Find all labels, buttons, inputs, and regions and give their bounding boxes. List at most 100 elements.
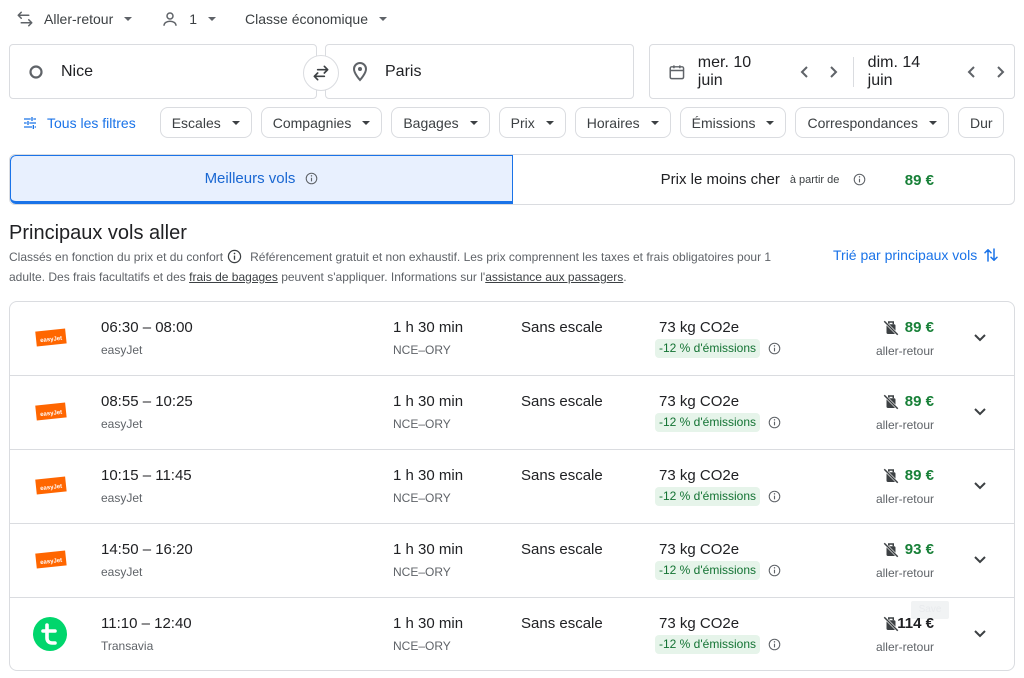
filter-chip-label: Émissions — [691, 114, 756, 131]
filter-chip-label: Escales — [171, 114, 221, 131]
info-icon[interactable] — [768, 564, 781, 577]
all-filters-button[interactable]: Tous les filtres — [22, 115, 136, 131]
flight-stops: Sans escale — [521, 393, 603, 410]
caret-down-icon — [928, 120, 937, 125]
flight-price: 89 € — [904, 319, 934, 336]
flight-times: 11:10 – 12:40 — [101, 615, 192, 632]
filter-chip-price[interactable]: Prix — [498, 107, 566, 138]
return-next-button[interactable] — [986, 58, 1014, 86]
filter-chip-duration[interactable]: Dur — [957, 107, 1004, 138]
easyjet-logo: easyJet — [35, 550, 67, 569]
flight-results-list: easyJet 06:30 – 08:00 easyJet 1 h 30 min… — [9, 301, 1015, 671]
flight-stops: Sans escale — [521, 541, 603, 558]
departure-date-field[interactable]: mer. 10 juin — [650, 45, 847, 98]
expand-button[interactable] — [967, 473, 993, 499]
flight-row[interactable]: easyJet 08:55 – 10:25 easyJet 1 h 30 min… — [10, 376, 1014, 450]
filter-chip-emissions[interactable]: Émissions — [679, 107, 787, 138]
trip-type-select[interactable]: Aller-retour — [16, 10, 133, 28]
desc-end: . — [623, 270, 627, 284]
airline-name: easyJet — [101, 417, 143, 431]
date-divider — [852, 56, 854, 87]
flight-price: 89 € — [904, 393, 934, 410]
filter-chip-connections[interactable]: Correspondances — [795, 107, 949, 138]
origin-field[interactable]: Nice — [9, 44, 317, 99]
info-icon[interactable] — [305, 172, 318, 185]
flight-row[interactable]: 11:10 – 12:40 Transavia 1 h 30 min NCE–O… — [10, 598, 1014, 670]
caret-down-icon — [362, 120, 371, 125]
sort-arrows-icon — [984, 248, 998, 262]
chevron-down-icon — [974, 408, 986, 416]
expand-button[interactable] — [967, 325, 993, 351]
flight-price: 114 € — [897, 615, 934, 632]
info-icon[interactable] — [768, 342, 781, 355]
origin-circle-icon — [29, 64, 43, 79]
filter-chip-label: Correspondances — [807, 114, 918, 131]
flight-duration: 1 h 30 min — [393, 541, 464, 558]
baggage-fees-link[interactable]: frais de bagages — [189, 270, 278, 284]
passengers-select[interactable]: 1 — [161, 10, 217, 28]
filters-bar: Tous les filtres Escales Compagnies Baga… — [9, 107, 1024, 138]
filter-chip-label: Compagnies — [272, 114, 352, 131]
trip-options-bar: Aller-retour 1 Classe économique — [16, 6, 416, 32]
airline-name: easyJet — [101, 491, 143, 505]
cabin-class-select[interactable]: Classe économique — [245, 11, 388, 27]
return-prev-button[interactable] — [959, 58, 987, 86]
flight-duration: 1 h 30 min — [393, 615, 464, 632]
flight-row[interactable]: easyJet 06:30 – 08:00 easyJet 1 h 30 min… — [10, 302, 1014, 376]
flight-times: 06:30 – 08:00 — [101, 319, 193, 336]
filter-chip-times[interactable]: Horaires — [574, 107, 671, 138]
filter-chip-airlines[interactable]: Compagnies — [260, 107, 383, 138]
info-icon[interactable] — [768, 638, 781, 651]
price-type: aller-retour — [875, 492, 934, 506]
flight-row[interactable]: easyJet 14:50 – 16:20 easyJet 1 h 30 min… — [10, 524, 1014, 598]
expand-button[interactable] — [967, 621, 993, 647]
flight-row[interactable]: easyJet 10:15 – 11:45 easyJet 1 h 30 min… — [10, 450, 1014, 524]
filter-chip-bags[interactable]: Bagages — [391, 107, 490, 138]
no-carry-on-bag-icon — [883, 394, 899, 410]
return-date-field[interactable]: dim. 14 juin — [868, 45, 1014, 98]
sort-by-button[interactable]: Trié par principaux vols — [833, 246, 1000, 264]
tab-best-flights[interactable]: Meilleurs vols — [10, 155, 513, 204]
emissions-badge: -12 % d'émissions — [655, 487, 760, 506]
caret-down-icon — [766, 120, 775, 125]
flight-route: NCE–ORY — [393, 639, 451, 653]
emissions-badge: -12 % d'émissions — [655, 561, 760, 580]
swap-locations-button[interactable] — [303, 55, 339, 91]
departure-prev-button[interactable] — [791, 58, 819, 86]
tune-sliders-icon — [24, 116, 36, 129]
return-date: dim. 14 juin — [867, 53, 921, 89]
desc-info-text: peuvent s'appliquer. Informations sur l' — [281, 270, 486, 284]
caret-down-icon — [379, 17, 388, 21]
airline-name: Transavia — [101, 639, 154, 653]
info-icon[interactable] — [768, 416, 781, 429]
flight-duration: 1 h 30 min — [393, 467, 464, 484]
no-carry-on-bag-icon — [883, 468, 899, 484]
flight-duration: 1 h 30 min — [393, 319, 464, 336]
filter-chip-stops[interactable]: Escales — [159, 107, 252, 138]
passenger-assistance-link[interactable]: assistance aux passagers — [485, 270, 623, 284]
info-icon[interactable] — [853, 173, 866, 186]
tab-cheapest-price: 89 € — [904, 172, 934, 189]
flight-route: NCE–ORY — [393, 565, 451, 579]
tab-cheapest-label: Prix le moins cher — [660, 171, 780, 188]
info-icon[interactable] — [768, 490, 781, 503]
expand-button[interactable] — [967, 547, 993, 573]
price-type: aller-retour — [875, 344, 934, 358]
departure-next-button[interactable] — [819, 58, 847, 86]
tab-cheapest[interactable]: Prix le moins cher à partir de 89 € — [513, 155, 1014, 204]
chevron-left-icon — [968, 65, 976, 78]
easyjet-logo: easyJet — [35, 402, 67, 421]
expand-button[interactable] — [967, 399, 993, 425]
destination-field[interactable]: Paris — [325, 44, 634, 99]
easyjet-logo: easyJet — [35, 328, 67, 347]
info-icon[interactable] — [227, 249, 242, 264]
flight-price: 93 € — [904, 541, 934, 558]
results-description: Classés en fonction du prix et du confor… — [9, 247, 809, 287]
price-type: aller-retour — [875, 566, 934, 580]
no-carry-on-bag-icon — [883, 542, 899, 558]
airline-name: easyJet — [101, 565, 143, 579]
caret-down-icon — [545, 120, 554, 125]
tab-cheapest-from: à partir de — [789, 173, 840, 186]
emissions-badge: -12 % d'émissions — [655, 413, 760, 432]
caret-down-icon — [469, 120, 478, 125]
